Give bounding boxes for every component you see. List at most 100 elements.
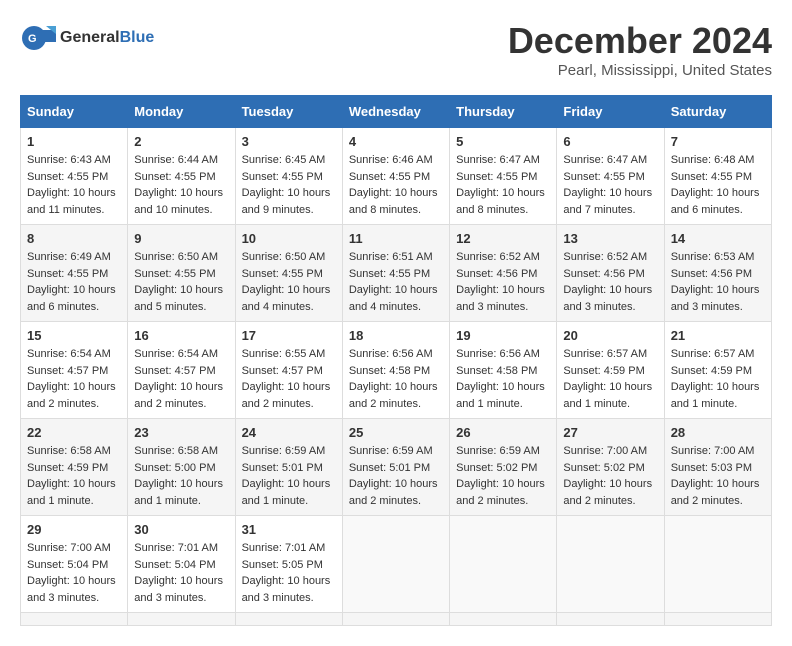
table-row: 29 Sunrise: 7:00 AM Sunset: 5:04 PM Dayl… bbox=[21, 516, 128, 613]
svg-text:G: G bbox=[28, 33, 37, 45]
col-saturday: Saturday bbox=[664, 96, 771, 128]
day-number: 20 bbox=[563, 328, 657, 343]
day-number: 23 bbox=[134, 425, 228, 440]
cell-content: Sunrise: 6:52 AM Sunset: 4:56 PM Dayligh… bbox=[456, 249, 550, 315]
title-area: December 2024 Pearl, Mississippi, United… bbox=[508, 20, 772, 79]
table-row: 10 Sunrise: 6:50 AM Sunset: 4:55 PM Dayl… bbox=[235, 225, 342, 322]
day-number: 24 bbox=[242, 425, 336, 440]
cell-content: Sunrise: 6:43 AM Sunset: 4:55 PM Dayligh… bbox=[27, 152, 121, 218]
day-number: 27 bbox=[563, 425, 657, 440]
calendar-row: 15 Sunrise: 6:54 AM Sunset: 4:57 PM Dayl… bbox=[21, 322, 772, 419]
day-number: 12 bbox=[456, 231, 550, 246]
month-title: December 2024 bbox=[508, 20, 772, 62]
day-number: 6 bbox=[563, 134, 657, 149]
day-number: 13 bbox=[563, 231, 657, 246]
col-friday: Friday bbox=[557, 96, 664, 128]
cell-content: Sunrise: 6:54 AM Sunset: 4:57 PM Dayligh… bbox=[134, 346, 228, 412]
cell-content: Sunrise: 6:54 AM Sunset: 4:57 PM Dayligh… bbox=[27, 346, 121, 412]
table-row: 12 Sunrise: 6:52 AM Sunset: 4:56 PM Dayl… bbox=[450, 225, 557, 322]
cell-content: Sunrise: 6:47 AM Sunset: 4:55 PM Dayligh… bbox=[456, 152, 550, 218]
table-row bbox=[450, 613, 557, 626]
day-number: 9 bbox=[134, 231, 228, 246]
cell-content: Sunrise: 6:51 AM Sunset: 4:55 PM Dayligh… bbox=[349, 249, 443, 315]
cell-content: Sunrise: 6:57 AM Sunset: 4:59 PM Dayligh… bbox=[563, 346, 657, 412]
table-row: 6 Sunrise: 6:47 AM Sunset: 4:55 PM Dayli… bbox=[557, 128, 664, 225]
table-row: 4 Sunrise: 6:46 AM Sunset: 4:55 PM Dayli… bbox=[342, 128, 449, 225]
cell-content: Sunrise: 6:49 AM Sunset: 4:55 PM Dayligh… bbox=[27, 249, 121, 315]
calendar-row: 22 Sunrise: 6:58 AM Sunset: 4:59 PM Dayl… bbox=[21, 419, 772, 516]
table-row: 20 Sunrise: 6:57 AM Sunset: 4:59 PM Dayl… bbox=[557, 322, 664, 419]
table-row: 7 Sunrise: 6:48 AM Sunset: 4:55 PM Dayli… bbox=[664, 128, 771, 225]
cell-content: Sunrise: 6:59 AM Sunset: 5:01 PM Dayligh… bbox=[349, 443, 443, 509]
page-header: G GeneralBlue December 2024 Pearl, Missi… bbox=[20, 20, 772, 79]
table-row: 16 Sunrise: 6:54 AM Sunset: 4:57 PM Dayl… bbox=[128, 322, 235, 419]
day-number: 17 bbox=[242, 328, 336, 343]
table-row: 31 Sunrise: 7:01 AM Sunset: 5:05 PM Dayl… bbox=[235, 516, 342, 613]
table-row: 8 Sunrise: 6:49 AM Sunset: 4:55 PM Dayli… bbox=[21, 225, 128, 322]
cell-content: Sunrise: 6:53 AM Sunset: 4:56 PM Dayligh… bbox=[671, 249, 765, 315]
location: Pearl, Mississippi, United States bbox=[508, 62, 772, 79]
day-number: 18 bbox=[349, 328, 443, 343]
day-number: 30 bbox=[134, 522, 228, 537]
calendar-row: 1 Sunrise: 6:43 AM Sunset: 4:55 PM Dayli… bbox=[21, 128, 772, 225]
table-row: 19 Sunrise: 6:56 AM Sunset: 4:58 PM Dayl… bbox=[450, 322, 557, 419]
table-row: 9 Sunrise: 6:50 AM Sunset: 4:55 PM Dayli… bbox=[128, 225, 235, 322]
day-number: 14 bbox=[671, 231, 765, 246]
table-row: 18 Sunrise: 6:56 AM Sunset: 4:58 PM Dayl… bbox=[342, 322, 449, 419]
table-row bbox=[342, 613, 449, 626]
table-row: 27 Sunrise: 7:00 AM Sunset: 5:02 PM Dayl… bbox=[557, 419, 664, 516]
logo: G GeneralBlue bbox=[20, 20, 154, 56]
table-row: 15 Sunrise: 6:54 AM Sunset: 4:57 PM Dayl… bbox=[21, 322, 128, 419]
logo-general: General bbox=[60, 29, 120, 46]
table-row: 5 Sunrise: 6:47 AM Sunset: 4:55 PM Dayli… bbox=[450, 128, 557, 225]
day-number: 25 bbox=[349, 425, 443, 440]
logo-icon: G bbox=[20, 20, 56, 56]
cell-content: Sunrise: 6:47 AM Sunset: 4:55 PM Dayligh… bbox=[563, 152, 657, 218]
cell-content: Sunrise: 6:50 AM Sunset: 4:55 PM Dayligh… bbox=[134, 249, 228, 315]
col-monday: Monday bbox=[128, 96, 235, 128]
table-row: 26 Sunrise: 6:59 AM Sunset: 5:02 PM Dayl… bbox=[450, 419, 557, 516]
day-number: 29 bbox=[27, 522, 121, 537]
day-number: 8 bbox=[27, 231, 121, 246]
day-number: 15 bbox=[27, 328, 121, 343]
cell-content: Sunrise: 7:01 AM Sunset: 5:04 PM Dayligh… bbox=[134, 540, 228, 606]
table-row: 24 Sunrise: 6:59 AM Sunset: 5:01 PM Dayl… bbox=[235, 419, 342, 516]
table-row bbox=[664, 613, 771, 626]
cell-content: Sunrise: 6:52 AM Sunset: 4:56 PM Dayligh… bbox=[563, 249, 657, 315]
cell-content: Sunrise: 6:46 AM Sunset: 4:55 PM Dayligh… bbox=[349, 152, 443, 218]
cell-content: Sunrise: 6:56 AM Sunset: 4:58 PM Dayligh… bbox=[456, 346, 550, 412]
day-number: 19 bbox=[456, 328, 550, 343]
day-number: 21 bbox=[671, 328, 765, 343]
table-row bbox=[235, 613, 342, 626]
table-row bbox=[557, 613, 664, 626]
table-row bbox=[21, 613, 128, 626]
col-tuesday: Tuesday bbox=[235, 96, 342, 128]
table-row: 30 Sunrise: 7:01 AM Sunset: 5:04 PM Dayl… bbox=[128, 516, 235, 613]
header-row: Sunday Monday Tuesday Wednesday Thursday… bbox=[21, 96, 772, 128]
cell-content: Sunrise: 6:59 AM Sunset: 5:01 PM Dayligh… bbox=[242, 443, 336, 509]
cell-content: Sunrise: 7:01 AM Sunset: 5:05 PM Dayligh… bbox=[242, 540, 336, 606]
cell-content: Sunrise: 7:00 AM Sunset: 5:02 PM Dayligh… bbox=[563, 443, 657, 509]
logo-blue: Blue bbox=[120, 29, 155, 46]
cell-content: Sunrise: 6:58 AM Sunset: 4:59 PM Dayligh… bbox=[27, 443, 121, 509]
table-row bbox=[557, 516, 664, 613]
cell-content: Sunrise: 6:44 AM Sunset: 4:55 PM Dayligh… bbox=[134, 152, 228, 218]
day-number: 26 bbox=[456, 425, 550, 440]
day-number: 28 bbox=[671, 425, 765, 440]
day-number: 3 bbox=[242, 134, 336, 149]
table-row bbox=[450, 516, 557, 613]
table-row: 14 Sunrise: 6:53 AM Sunset: 4:56 PM Dayl… bbox=[664, 225, 771, 322]
table-row: 2 Sunrise: 6:44 AM Sunset: 4:55 PM Dayli… bbox=[128, 128, 235, 225]
table-row bbox=[128, 613, 235, 626]
day-number: 16 bbox=[134, 328, 228, 343]
table-row: 11 Sunrise: 6:51 AM Sunset: 4:55 PM Dayl… bbox=[342, 225, 449, 322]
cell-content: Sunrise: 6:55 AM Sunset: 4:57 PM Dayligh… bbox=[242, 346, 336, 412]
cell-content: Sunrise: 7:00 AM Sunset: 5:04 PM Dayligh… bbox=[27, 540, 121, 606]
cell-content: Sunrise: 6:56 AM Sunset: 4:58 PM Dayligh… bbox=[349, 346, 443, 412]
table-row: 21 Sunrise: 6:57 AM Sunset: 4:59 PM Dayl… bbox=[664, 322, 771, 419]
calendar-row: 8 Sunrise: 6:49 AM Sunset: 4:55 PM Dayli… bbox=[21, 225, 772, 322]
calendar-row: 29 Sunrise: 7:00 AM Sunset: 5:04 PM Dayl… bbox=[21, 516, 772, 613]
day-number: 4 bbox=[349, 134, 443, 149]
calendar-table: Sunday Monday Tuesday Wednesday Thursday… bbox=[20, 95, 772, 626]
day-number: 1 bbox=[27, 134, 121, 149]
